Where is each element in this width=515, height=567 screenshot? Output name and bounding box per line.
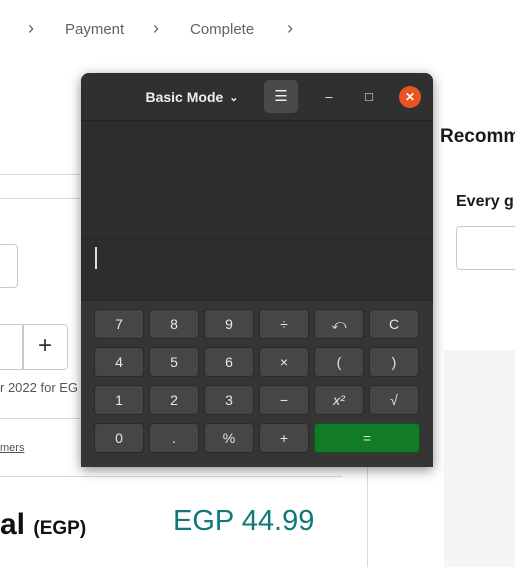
key-open-paren[interactable]: ( <box>314 347 364 377</box>
pricing-note: r 2022 for EG <box>0 380 79 395</box>
chevron-right-icon: › <box>28 18 34 38</box>
mode-label: Basic Mode <box>145 89 224 105</box>
calculator-window: Basic Mode ⌄ ☰ – □ ✕ 7 8 9 ÷ ⤺ C 4 5 6 ×… <box>81 73 433 467</box>
key-multiply[interactable]: × <box>259 347 309 377</box>
key-clear[interactable]: C <box>369 309 419 339</box>
key-percent[interactable]: % <box>204 423 254 453</box>
divider <box>0 476 342 477</box>
breadcrumb-complete[interactable]: Complete <box>190 21 254 38</box>
key-2[interactable]: 2 <box>149 385 199 415</box>
close-icon[interactable]: ✕ <box>399 86 421 108</box>
expression-input[interactable] <box>81 239 433 301</box>
maximize-icon[interactable]: □ <box>358 86 380 108</box>
divider <box>0 418 80 419</box>
undo-icon[interactable]: ⤺ <box>314 309 364 339</box>
chevron-down-icon: ⌄ <box>229 91 239 104</box>
key-decimal[interactable]: . <box>149 423 199 453</box>
key-5[interactable]: 5 <box>149 347 199 377</box>
total-unit: (EGP) <box>33 518 87 539</box>
divider <box>0 174 80 175</box>
mode-selector-button[interactable]: Basic Mode ⌄ <box>137 83 247 111</box>
key-add[interactable]: + <box>259 423 309 453</box>
key-close-paren[interactable]: ) <box>369 347 419 377</box>
chevron-right-icon: › <box>153 18 159 38</box>
text-field[interactable] <box>0 244 18 288</box>
key-7[interactable]: 7 <box>94 309 144 339</box>
every-label: Every g <box>456 193 514 210</box>
key-4[interactable]: 4 <box>94 347 144 377</box>
divider <box>0 198 80 199</box>
members-link[interactable]: mers <box>0 442 24 454</box>
history-panel <box>81 121 433 239</box>
key-3[interactable]: 3 <box>204 385 254 415</box>
quantity-plus-button[interactable]: + <box>22 324 68 370</box>
total-label-text: al <box>0 508 26 541</box>
recommend-heading: Recomm <box>440 126 515 147</box>
title-bar[interactable]: Basic Mode ⌄ ☰ – □ ✕ <box>81 73 433 121</box>
email-input[interactable] <box>456 226 515 270</box>
menu-icon[interactable]: ☰ <box>264 80 298 113</box>
key-6[interactable]: 6 <box>204 347 254 377</box>
key-subtract[interactable]: − <box>259 385 309 415</box>
key-divide[interactable]: ÷ <box>259 309 309 339</box>
key-square-root[interactable]: √ <box>369 385 419 415</box>
breadcrumb-payment[interactable]: Payment <box>65 21 124 38</box>
key-square[interactable]: x² <box>314 385 364 415</box>
key-8[interactable]: 8 <box>149 309 199 339</box>
key-equals[interactable]: = <box>314 423 420 453</box>
breadcrumb: › Payment › Complete › <box>0 18 515 42</box>
total-label: al (EGP) <box>0 508 86 542</box>
text-caret <box>95 247 97 269</box>
total-price: EGP 44.99 <box>173 505 315 537</box>
key-1[interactable]: 1 <box>94 385 144 415</box>
keypad: 7 8 9 ÷ ⤺ C 4 5 6 × ( ) 1 2 3 − x² √ 0 .… <box>81 301 433 467</box>
divider <box>367 467 368 567</box>
key-0[interactable]: 0 <box>94 423 144 453</box>
quantity-input[interactable] <box>0 324 24 370</box>
key-9[interactable]: 9 <box>204 309 254 339</box>
minimize-icon[interactable]: – <box>318 86 340 108</box>
chevron-right-icon: › <box>287 18 293 38</box>
recommend-card <box>444 80 515 350</box>
